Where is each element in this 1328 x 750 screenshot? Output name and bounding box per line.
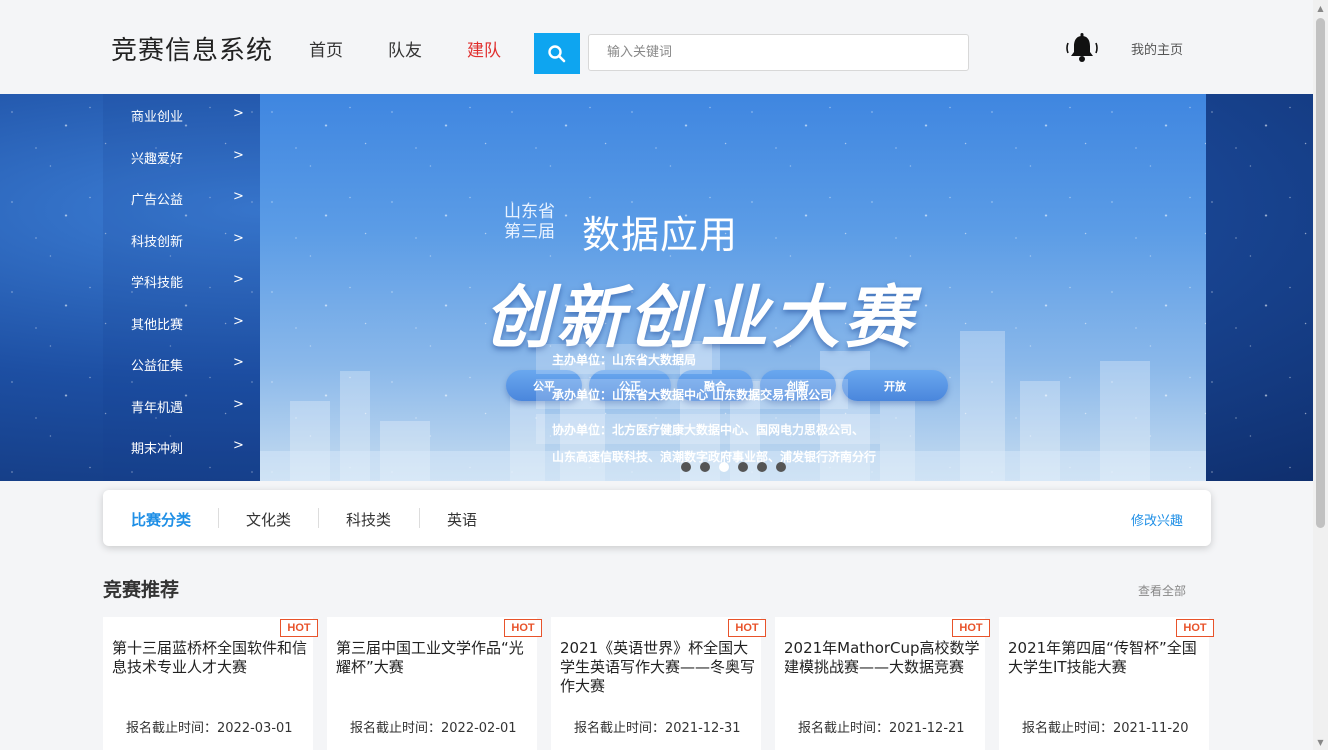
chevron-right-icon: >	[233, 189, 244, 204]
sidebar-item-other[interactable]: 其他比赛 >	[103, 302, 260, 342]
card-title: 第十三届蓝桥杯全国软件和信息技术专业人才大赛	[112, 639, 308, 676]
nav-create-team[interactable]: 建队	[467, 36, 501, 61]
tab-english[interactable]: 英语	[447, 509, 477, 530]
bell-icon	[1066, 33, 1098, 62]
carousel-dots	[681, 462, 786, 472]
sidebar-item-ads[interactable]: 广告公益 >	[103, 177, 260, 217]
hot-badge: HOT	[280, 619, 318, 637]
carousel-dot[interactable]	[757, 462, 767, 472]
section-title-recommend: 竞赛推荐	[103, 579, 180, 601]
chevron-right-icon: >	[233, 397, 244, 412]
banner-info-coorganizer-1: 协办单位：北方医疗健康大数据中心、国网电力思极公司、	[536, 414, 881, 444]
sidebar-item-label: 商业创业	[131, 110, 184, 125]
banner-info-undertaker: 承办单位：山东省大数据中心 山东数据交易有限公司	[536, 379, 849, 409]
notification-bell[interactable]	[1060, 26, 1104, 70]
top-header: 竞赛信息系统 首页 队友 建队 我的主页	[0, 0, 1313, 93]
sidebar-item-label: 广告公益	[131, 193, 184, 208]
scroll-up-arrow-icon[interactable]: ▲	[1313, 0, 1328, 16]
hot-badge: HOT	[1176, 619, 1214, 637]
category-sidebar: 商业创业 > 兴趣爱好 > 广告公益 > 科技创新 > 学科技能 > 其他比赛 …	[103, 94, 260, 481]
card-deadline: 报名截止时间：2021-11-20	[1022, 721, 1189, 736]
sidebar-item-label: 青年机遇	[131, 401, 184, 416]
banner-pill: 开放	[842, 370, 948, 401]
card-deadline: 报名截止时间：2022-03-01	[126, 721, 293, 736]
sidebar-item-label: 其他比赛	[131, 318, 184, 333]
edit-interests-link[interactable]: 修改兴趣	[1131, 510, 1183, 529]
tab-divider	[218, 508, 219, 528]
sidebar-item-label: 兴趣爱好	[131, 152, 184, 167]
banner-province-text: 山东省 第三届	[504, 202, 555, 242]
card-deadline: 报名截止时间：2021-12-21	[798, 721, 965, 736]
sidebar-item-subject[interactable]: 学科技能 >	[103, 260, 260, 300]
carousel-dot[interactable]	[776, 462, 786, 472]
sidebar-item-label: 学科技能	[131, 276, 184, 291]
chevron-right-icon: >	[233, 314, 244, 329]
sidebar-item-charity[interactable]: 公益征集 >	[103, 343, 260, 383]
chevron-right-icon: >	[233, 148, 244, 163]
chevron-right-icon: >	[233, 355, 244, 370]
sidebar-item-business[interactable]: 商业创业 >	[103, 94, 260, 134]
banner-subtitle: 数据应用	[582, 213, 739, 257]
nav-home[interactable]: 首页	[309, 36, 343, 61]
chevron-right-icon: >	[233, 438, 244, 453]
banner-province: 山东省	[504, 202, 555, 222]
card-title: 2021年MathorCup高校数学建模挑战赛——大数据竞赛	[784, 639, 980, 676]
sidebar-item-tech[interactable]: 科技创新 >	[103, 219, 260, 259]
carousel-dot[interactable]	[681, 462, 691, 472]
hot-badge: HOT	[952, 619, 990, 637]
carousel-dot[interactable]	[700, 462, 710, 472]
sidebar-item-hobby[interactable]: 兴趣爱好 >	[103, 136, 260, 176]
banner-edition: 第三届	[504, 222, 555, 242]
search-icon	[548, 44, 566, 62]
hot-badge: HOT	[728, 619, 766, 637]
chevron-right-icon: >	[233, 231, 244, 246]
banner-info-organizer: 主办单位：山东省大数据局	[536, 344, 713, 374]
card-title: 第三届中国工业文学作品“光耀杯”大赛	[336, 639, 524, 676]
tab-divider	[419, 508, 420, 528]
tab-competition-category[interactable]: 比赛分类	[131, 509, 191, 530]
category-tabs-bar: 比赛分类 文化类 科技类 英语 修改兴趣	[103, 490, 1211, 546]
sidebar-item-label: 期末冲刺	[131, 442, 184, 457]
sidebar-item-label: 科技创新	[131, 235, 184, 250]
nav-teammates[interactable]: 队友	[388, 36, 422, 61]
my-home-link[interactable]: 我的主页	[1131, 39, 1183, 58]
tab-divider	[318, 508, 319, 528]
scrollbar-thumb[interactable]	[1316, 18, 1325, 528]
sidebar-item-youth[interactable]: 青年机遇 >	[103, 385, 260, 425]
view-all-link[interactable]: 查看全部	[1138, 582, 1186, 599]
tab-culture[interactable]: 文化类	[246, 509, 291, 530]
hot-badge: HOT	[504, 619, 542, 637]
chevron-right-icon: >	[233, 272, 244, 287]
tab-technology[interactable]: 科技类	[346, 509, 391, 530]
card-title: 2021年第四届“传智杯”全国大学生IT技能大赛	[1008, 639, 1197, 676]
site-logo[interactable]: 竞赛信息系统	[111, 30, 273, 67]
scroll-down-arrow-icon[interactable]: ▼	[1313, 734, 1328, 750]
card-title: 2021《英语世界》杯全国大学生英语写作大赛——冬奥写作大赛	[560, 639, 756, 695]
carousel-dot-active[interactable]	[719, 462, 729, 472]
card-deadline: 报名截止时间：2022-02-01	[350, 721, 517, 736]
chevron-right-icon: >	[233, 106, 244, 121]
search-input[interactable]	[588, 34, 969, 71]
sidebar-item-label: 公益征集	[131, 359, 184, 374]
carousel-dot[interactable]	[738, 462, 748, 472]
card-deadline: 报名截止时间：2021-12-31	[574, 721, 741, 736]
sidebar-item-final[interactable]: 期末冲刺 >	[103, 426, 260, 466]
search-button[interactable]	[534, 33, 580, 74]
